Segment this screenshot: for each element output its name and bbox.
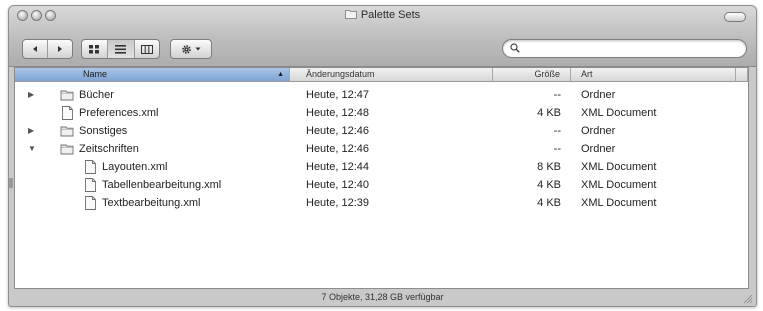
item-name: Textbearbeitung.xml: [102, 197, 201, 209]
search-input[interactable]: [523, 41, 738, 56]
list-item[interactable]: ▼ Zeitschriften Heute, 12:46 -- Ordner: [15, 140, 748, 158]
item-date: Heute, 12:46: [306, 143, 369, 155]
window-title: Palette Sets: [360, 9, 421, 21]
status-text: 7 Objekte, 31,28 GB verfügbar: [321, 292, 444, 302]
resize-grip-icon[interactable]: [742, 293, 753, 304]
action-menu-button[interactable]: [170, 39, 212, 59]
search-field[interactable]: [502, 39, 747, 58]
column-header-kind-label: Art: [581, 69, 593, 79]
column-header-date-label: Änderungsdatum: [306, 69, 375, 79]
action-menu-segment[interactable]: [171, 40, 211, 58]
column-header-name-label: Name: [83, 69, 108, 79]
item-size: 4 KB: [537, 179, 561, 191]
item-kind: XML Document: [581, 107, 657, 119]
item-date: Heute, 12:39: [306, 197, 369, 209]
nav-button-group: [22, 39, 73, 59]
item-size: --: [553, 89, 561, 101]
item-size: 8 KB: [537, 161, 561, 173]
item-kind: XML Document: [581, 161, 657, 173]
folder-icon: [60, 88, 74, 102]
xml-file-icon: [84, 178, 98, 192]
list-item[interactable]: Preferences.xml Heute, 12:48 4 KB XML Do…: [15, 104, 748, 122]
xml-file-icon: [61, 106, 75, 120]
item-kind: XML Document: [581, 179, 657, 191]
forward-arrow-icon: [58, 46, 63, 52]
icon-view-button[interactable]: [82, 40, 107, 58]
folder-icon: [60, 124, 74, 138]
item-size: 4 KB: [537, 197, 561, 209]
list-view-button[interactable]: [107, 40, 134, 58]
column-header-row: Name ▲ Änderungsdatum Größe Art: [15, 68, 748, 82]
forward-button[interactable]: [47, 40, 72, 58]
column-header-kind[interactable]: Art: [571, 68, 736, 81]
view-button-group: [81, 39, 160, 59]
item-date: Heute, 12:48: [306, 107, 369, 119]
item-name: Bücher: [79, 89, 114, 101]
column-header-date[interactable]: Änderungsdatum: [290, 68, 493, 81]
column-header-size-label: Größe: [534, 69, 560, 79]
folder-icon: [60, 142, 74, 156]
column-header-name[interactable]: Name ▲: [15, 68, 290, 81]
back-button[interactable]: [23, 40, 47, 58]
file-list[interactable]: Name ▲ Änderungsdatum Größe Art ▶ Bücher…: [14, 67, 749, 289]
item-kind: Ordner: [581, 89, 616, 101]
sidebar-resize-handle[interactable]: [9, 178, 13, 188]
back-arrow-icon: [33, 46, 38, 52]
item-size: 4 KB: [537, 107, 561, 119]
finder-window: Palette Sets Name ▲ Änderungsdatum Größe…: [8, 5, 757, 307]
item-name: Zeitschriften: [79, 143, 139, 155]
list-item[interactable]: Textbearbeitung.xml Heute, 12:39 4 KB XM…: [15, 194, 748, 212]
toolbar-toggle-button[interactable]: [724, 12, 746, 22]
gear-icon: [182, 44, 191, 54]
status-bar: 7 Objekte, 31,28 GB verfügbar: [9, 289, 756, 306]
item-size: --: [553, 125, 561, 137]
item-size: --: [553, 143, 561, 155]
sort-ascending-icon: ▲: [277, 71, 284, 78]
item-name: Preferences.xml: [79, 107, 159, 119]
chevron-down-icon: [195, 47, 201, 51]
item-date: Heute, 12:40: [306, 179, 369, 191]
column-header-spacer: [736, 68, 748, 81]
column-header-size[interactable]: Größe: [493, 68, 571, 81]
column-view-icon: [140, 44, 153, 54]
item-name: Layouten.xml: [102, 161, 168, 173]
item-kind: Ordner: [581, 125, 616, 137]
disclosure-triangle-expanded-icon[interactable]: ▼: [28, 140, 38, 158]
item-kind: Ordner: [581, 143, 616, 155]
item-date: Heute, 12:46: [306, 125, 369, 137]
window-title-container: Palette Sets: [9, 9, 756, 21]
item-kind: XML Document: [581, 197, 657, 209]
xml-file-icon: [84, 196, 98, 210]
list-item[interactable]: ▶ Bücher Heute, 12:47 -- Ordner: [15, 86, 748, 104]
list-item[interactable]: Tabellenbearbeitung.xml Heute, 12:40 4 K…: [15, 176, 748, 194]
disclosure-triangle-collapsed-icon[interactable]: ▶: [28, 122, 38, 140]
item-name: Tabellenbearbeitung.xml: [102, 179, 222, 191]
list-item[interactable]: Layouten.xml Heute, 12:44 8 KB XML Docum…: [15, 158, 748, 176]
disclosure-triangle-collapsed-icon[interactable]: ▶: [28, 86, 38, 104]
item-name: Sonstiges: [79, 125, 128, 137]
item-date: Heute, 12:44: [306, 161, 369, 173]
item-date: Heute, 12:47: [306, 89, 369, 101]
list-item[interactable]: ▶ Sonstiges Heute, 12:46 -- Ordner: [15, 122, 748, 140]
column-view-button[interactable]: [133, 40, 159, 58]
list-view-icon: [115, 44, 127, 54]
icon-view-icon: [89, 44, 100, 53]
xml-file-icon: [84, 160, 98, 174]
search-icon: [510, 43, 520, 53]
title-bar[interactable]: Palette Sets: [9, 6, 756, 67]
folder-icon: [344, 10, 357, 19]
